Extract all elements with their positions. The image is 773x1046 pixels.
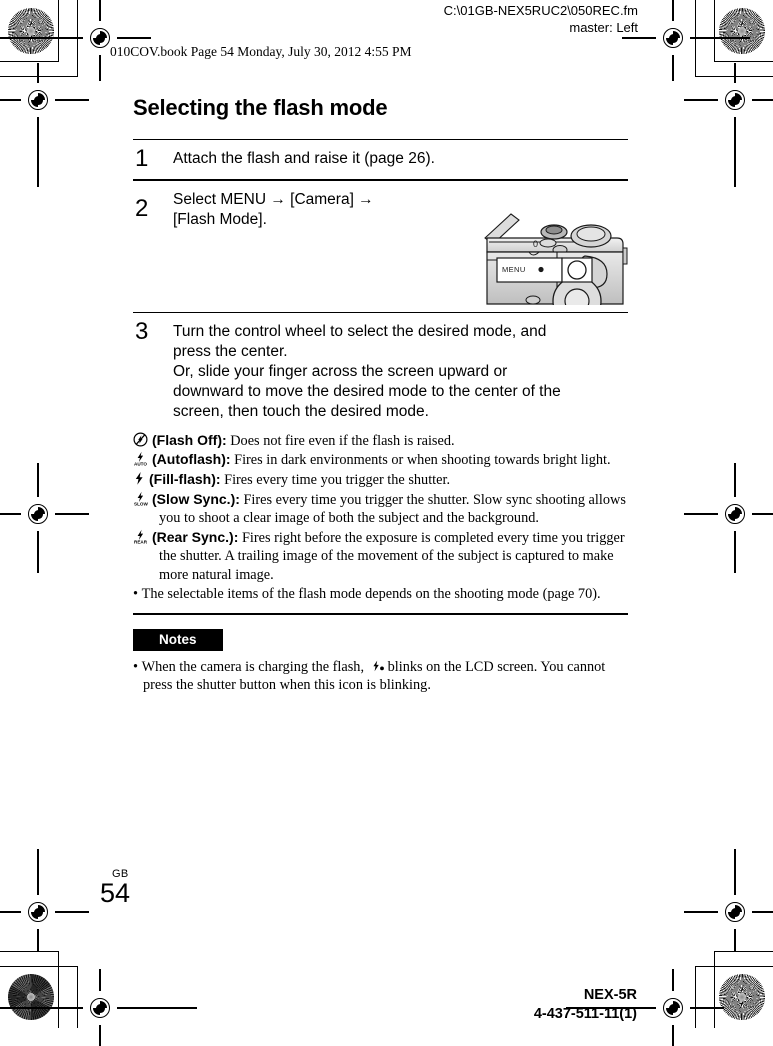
- step-2: 2 Select MENU → [Camera] → [Flash Mode].: [133, 181, 628, 312]
- crop-mark-vertical-br-outer: [713, 951, 715, 1028]
- flash-mode-label: (Rear Sync.):: [152, 528, 239, 545]
- crop-mark-vertical-tl-outer: [58, 0, 60, 62]
- header-master-label: master: Left: [569, 20, 638, 35]
- step-2-body: Select MENU → [Camera] → [Flash Mode].: [173, 190, 463, 230]
- registration-target-right-lower: [684, 849, 773, 951]
- bullet-note-text: The selectable items of the flash mode d…: [141, 585, 601, 602]
- folio: GB 54: [100, 868, 170, 907]
- step-3-line-1: Turn the control wheel to select the des…: [173, 322, 547, 340]
- flash-auto-icon: AUTO: [133, 451, 148, 466]
- flash-mode-item: SLOW (Slow Sync.): Fires every time you …: [133, 490, 628, 528]
- bleed-line-left-upper: [37, 117, 39, 187]
- starburst-core: [738, 27, 746, 35]
- camera-illustration: 0 MENU: [481, 208, 628, 305]
- registration-target-right-upper: [684, 63, 773, 149]
- step-2-line-1: Select MENU → [Camera] →: [173, 190, 374, 208]
- crop-mark-horizontal-tr-outer: [714, 61, 773, 63]
- bullet-glyph: •: [133, 658, 142, 675]
- flash-mode-label: (Flash Off):: [152, 431, 227, 448]
- registration-starburst-top-right: [719, 8, 765, 54]
- footer-part-number: 4-437-511-11(1): [533, 1006, 637, 1022]
- step-3-line-2: press the center.: [173, 342, 288, 360]
- svg-text:0: 0: [533, 239, 538, 249]
- step-3-line-3: Or, slide your finger across the screen …: [173, 362, 508, 380]
- registration-starburst-bottom-left: [8, 974, 54, 1020]
- crop-mark-horizontal-bl-outer: [0, 951, 59, 953]
- registration-target-left-upper: [0, 63, 89, 149]
- registration-starburst-bottom-right: [719, 974, 765, 1020]
- flash-slow-sync-icon: SLOW: [133, 491, 148, 506]
- svg-text:SLOW: SLOW: [134, 501, 148, 506]
- header-book-line: 010COV.book Page 54 Monday, July 30, 201…: [110, 44, 412, 59]
- registration-target-top-right: [622, 0, 750, 81]
- crop-mark-vertical-br-inner: [694, 966, 696, 1028]
- registration-target-bottom-left: [0, 969, 197, 1046]
- flash-mode-label: (Fill-flash):: [149, 471, 221, 488]
- step-1-number: 1: [135, 145, 149, 173]
- header-file-path-block: C:\01GB-NEX5RUC2\050REC.fm master: Left: [444, 2, 638, 36]
- crop-mark-vertical-tr-outer: [713, 0, 715, 62]
- starburst-core: [27, 993, 35, 1001]
- crop-mark-horizontal-bl-inner: [0, 966, 78, 968]
- flash-mode-description: Fires in dark environments or when shoot…: [234, 452, 611, 469]
- step-3-body: Turn the control wheel to select the des…: [173, 322, 628, 422]
- flash-fill-icon: [133, 471, 145, 486]
- divider-step-3: [133, 613, 628, 615]
- header-file-path: C:\01GB-NEX5RUC2\050REC.fm: [443, 3, 638, 18]
- step-2-number: 2: [135, 194, 149, 222]
- step-3-line-5: screen, then touch the desired mode.: [173, 402, 429, 420]
- flash-mode-description: Does not fire even if the flash is raise…: [230, 432, 455, 449]
- notes-section: Notes • When the camera is charging the …: [133, 628, 628, 695]
- flash-mode-description: Fires every time you trigger the shutter…: [224, 472, 451, 489]
- folio-page-number: 54: [100, 878, 131, 908]
- step-1-body: Attach the flash and raise it (page 26).: [173, 149, 628, 169]
- registration-starburst-top-left: [8, 8, 54, 54]
- bullet-glyph: •: [133, 585, 142, 602]
- notes-item: • When the camera is charging the flash,…: [133, 658, 628, 695]
- footer-model-block: NEX-5R 4-437-511-11(1): [534, 986, 637, 1024]
- flash-mode-item: (Fill-flash): Fires every time you trigg…: [133, 470, 628, 490]
- crop-mark-vertical-bl-outer: [58, 951, 60, 1028]
- flash-off-icon: [133, 432, 148, 447]
- registration-target-left-middle: [0, 463, 89, 573]
- crop-mark-horizontal-br-inner: [695, 966, 773, 968]
- flash-mode-item: REAR (Rear Sync.): Fires right before th…: [133, 528, 628, 585]
- camera-body-drawing: 0 MENU: [484, 212, 628, 305]
- flash-mode-list: (Flash Off): Does not fire even if the f…: [133, 431, 628, 603]
- camera-menu-label: MENU: [502, 265, 526, 274]
- page-content: Selecting the flash mode 1 Attach the fl…: [133, 95, 628, 695]
- flash-charging-icon: [371, 660, 385, 672]
- crop-mark-horizontal-tl-inner: [0, 76, 78, 78]
- registration-target-bottom-right: [566, 969, 724, 1046]
- flash-mode-bullet-note: • The selectable items of the flash mode…: [133, 585, 628, 604]
- crop-mark-vertical-bl-inner: [77, 966, 79, 1028]
- step-1-line-1: Attach the flash and raise it (page 26).: [173, 150, 435, 168]
- svg-text:AUTO: AUTO: [134, 462, 147, 467]
- crop-mark-horizontal-br-outer: [714, 951, 773, 953]
- notes-tag: Notes: [133, 628, 223, 651]
- registration-target-left-lower: [0, 849, 89, 951]
- starburst-core: [738, 993, 746, 1001]
- registration-target-right-middle: [684, 463, 773, 573]
- flash-mode-label: (Autoflash):: [152, 451, 231, 468]
- step-3-line-4: downward to move the desired mode to the…: [173, 382, 561, 400]
- step-3-number: 3: [135, 317, 149, 345]
- flash-rear-sync-icon: REAR: [133, 529, 148, 544]
- starburst-core: [27, 27, 35, 35]
- svg-text:REAR: REAR: [134, 539, 148, 544]
- notes-item-prefix: When the camera is charging the flash,: [141, 658, 365, 675]
- bleed-line-right-upper: [734, 117, 736, 187]
- step-2-line-2: [Flash Mode].: [173, 210, 267, 228]
- page-title: Selecting the flash mode: [133, 95, 388, 120]
- flash-mode-item: AUTO (Autoflash): Fires in dark environm…: [133, 450, 628, 470]
- flash-mode-item: (Flash Off): Does not fire even if the f…: [133, 431, 628, 451]
- step-3: 3 Turn the control wheel to select the d…: [133, 313, 628, 613]
- step-1: 1 Attach the flash and raise it (page 26…: [133, 140, 628, 179]
- flash-mode-label: (Slow Sync.):: [152, 490, 240, 507]
- crop-mark-horizontal-tl-outer: [0, 61, 59, 63]
- footer-model-name: NEX-5R: [583, 987, 637, 1003]
